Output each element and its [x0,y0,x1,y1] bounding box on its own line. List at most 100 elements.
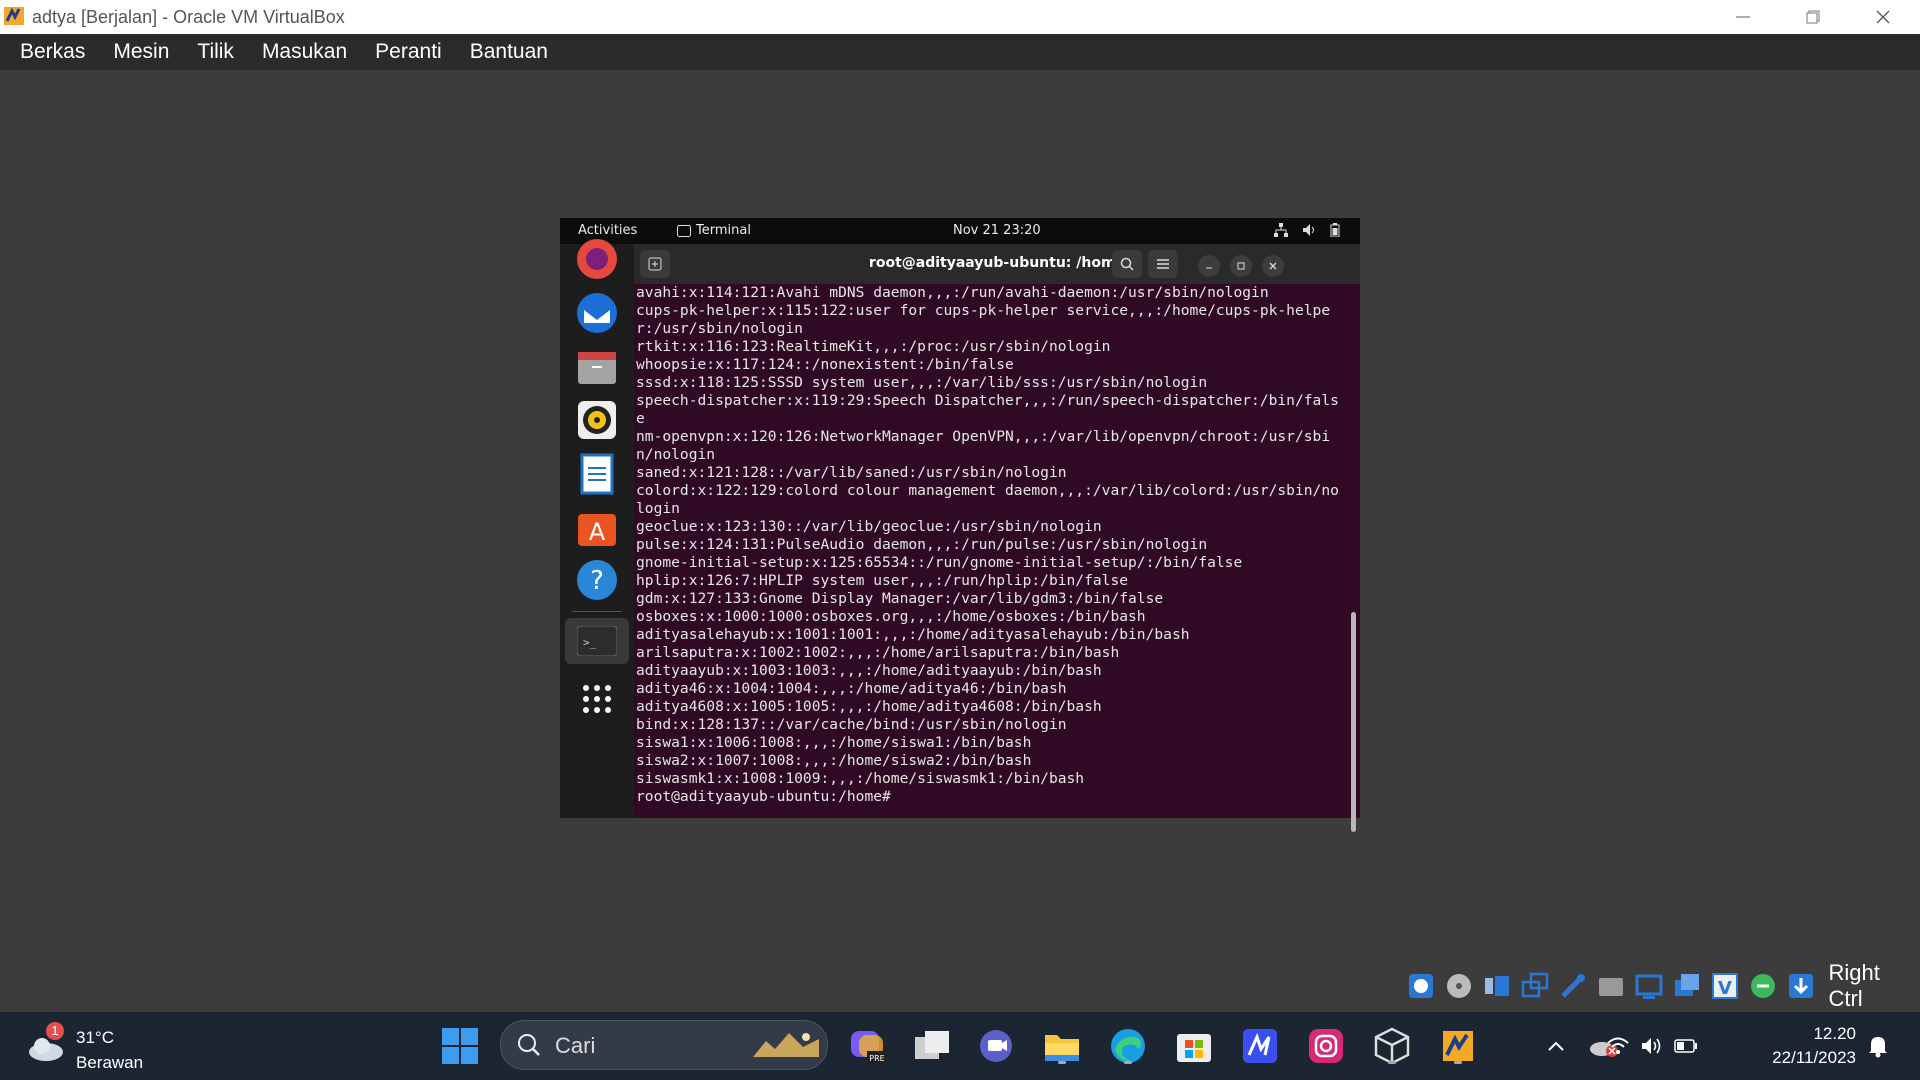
file-explorer-button[interactable] [1040,1024,1084,1068]
terminal-menu-button[interactable] [1148,250,1178,278]
terminal-search-button[interactable] [1112,250,1142,278]
battery-icon [1674,1039,1697,1053]
terminal-line: adityaayub:x:1003:1003:,,,:/home/adityaa… [636,662,1102,679]
terminal-line: hplip:x:126:7:HPLIP system user,,,:/run/… [636,572,1129,589]
weather-widget[interactable]: 1 31°C Berawan [26,1022,156,1072]
svg-text:V: V [1718,978,1732,999]
terminal-scrollbar[interactable] [1351,612,1356,832]
close-icon [1876,10,1890,24]
vt-x-icon[interactable]: V [1709,970,1741,1002]
blue-m-app-icon [1243,1029,1277,1063]
app-menu-terminal[interactable]: Terminal [677,223,751,238]
terminal-line: gnome-initial-setup:x:125:65534::/run/gn… [636,554,1243,571]
show-hidden-icons-button[interactable] [1534,1024,1578,1068]
terminal-maximize-button[interactable] [1230,255,1252,277]
menu-mesin[interactable]: Mesin [113,40,169,64]
terminal-line: whoopsie:x:117:124::/nonexistent:/bin/fa… [636,356,1014,373]
gnome-system-tray[interactable] [1274,223,1340,237]
menu-tilik[interactable]: Tilik [197,40,234,64]
taskbar-clock[interactable]: 12.20 22/11/2023 [1772,1022,1856,1070]
keyboard-capture-icon[interactable] [1785,970,1817,1002]
network-adapter-icon[interactable] [1519,970,1551,1002]
quick-settings-button[interactable] [1607,1024,1697,1068]
terminal-output[interactable]: avahi:x:114:121:Avahi mDNS daemon,,,:/ru… [636,284,1346,806]
minimize-button[interactable] [1708,0,1778,34]
vbox-status-bar: V Right Ctrl [1405,960,1920,1011]
task-view-button[interactable] [910,1024,954,1068]
menu-bantuan[interactable]: Bantuan [470,40,548,64]
terminal-line: gdm:x:127:133:Gnome Display Manager:/var… [636,590,1164,607]
terminal-line: cups-pk-helper:x:115:122:user for cups-p… [636,302,1331,337]
virtualbox-manager-button[interactable] [1370,1024,1414,1068]
terminal-minimize-button[interactable] [1198,255,1220,277]
weather-condition: Berawan [76,1053,144,1072]
taskbar-search-box[interactable]: Cari [500,1020,828,1070]
usb-icon[interactable] [1557,970,1589,1002]
copilot-button[interactable]: PRE [846,1024,890,1068]
notifications-button[interactable] [1856,1024,1900,1068]
files-icon[interactable] [574,344,620,390]
thunderbird-icon[interactable] [574,290,620,336]
audio-icon[interactable] [1481,970,1513,1002]
restore-icon [1806,10,1820,24]
close-icon [1269,262,1277,270]
mouse-integration-icon[interactable] [1747,970,1779,1002]
battery-icon [1330,223,1340,237]
start-button[interactable] [438,1024,482,1068]
gnome-clock[interactable]: Nov 21 23:20 [953,223,1041,238]
teams-chat-icon [980,1030,1012,1062]
store-button[interactable] [1172,1024,1216,1068]
help-icon[interactable]: ? [574,557,620,603]
app-m-button[interactable] [1238,1024,1282,1068]
terminal-window[interactable]: root@adityaayub-ubuntu: /home avahi:x:11… [634,244,1360,832]
search-highlight-icon [753,1033,819,1057]
search-icon [1120,257,1134,271]
terminal-line: rtkit:x:116:123:RealtimeKit,,,:/proc:/us… [636,338,1111,355]
gnome-top-bar: Activities Terminal Nov 21 23:20 [560,218,1360,244]
edge-icon [1111,1029,1145,1063]
copilot-icon: PRE [851,1031,887,1063]
libreoffice-writer-icon[interactable] [574,451,620,497]
menu-berkas[interactable]: Berkas [20,40,85,64]
app-center-icon[interactable]: A [574,504,620,550]
svg-text:>_: >_ [583,636,597,649]
volume-icon [1303,224,1314,236]
optical-drive-icon[interactable] [1443,970,1475,1002]
terminal-line: siswa2:x:1007:1008:,,,:/home/siswa2:/bin… [636,752,1032,769]
show-apps-icon[interactable] [574,676,620,722]
host-key-label: Right Ctrl [1828,960,1880,1011]
restore-button[interactable] [1778,0,1848,34]
terminal-line: speech-dispatcher:x:119:29:Speech Dispat… [636,392,1339,427]
menu-peranti[interactable]: Peranti [375,40,442,64]
microsoft-store-icon [1177,1034,1211,1062]
shared-folders-icon[interactable] [1595,970,1627,1002]
rhythmbox-icon[interactable] [574,397,620,443]
terminal-small-icon [677,224,691,237]
terminal-line: colord:x:122:129:colord colour managemen… [636,482,1339,517]
menu-masukan[interactable]: Masukan [262,40,347,64]
task-view-icon [915,1031,949,1059]
terminal-line: saned:x:121:128::/var/lib/saned:/usr/sbi… [636,464,1067,481]
teams-chat-button[interactable] [974,1024,1018,1068]
dock-terminal-active[interactable]: >_ [565,618,629,664]
terminal-line: pulse:x:124:131:PulseAudio daemon,,,:/ru… [636,536,1208,553]
virtualbox-vm-button[interactable] [1436,1024,1480,1068]
window-title: adtya [Berjalan] - Oracle VM VirtualBox [32,7,345,27]
terminal-close-button[interactable] [1262,255,1284,277]
svg-text:PRE: PRE [869,1054,884,1063]
maximize-icon [1237,262,1245,270]
display-icon[interactable] [1633,970,1665,1002]
edge-button[interactable] [1106,1024,1150,1068]
hamburger-icon [1157,259,1169,269]
window-titlebar: adtya [Berjalan] - Oracle VM VirtualBox [0,0,1920,34]
terminal-line: aditya46:x:1004:1004:,,,:/home/aditya46:… [636,680,1067,697]
vm-screen[interactable]: Activities Terminal Nov 21 23:20 A ? >_ [560,218,1360,832]
instagram-button[interactable] [1304,1024,1348,1068]
video-capture-icon[interactable] [1671,970,1703,1002]
hard-disk-icon[interactable] [1405,970,1437,1002]
firefox-icon[interactable] [574,236,620,282]
chevron-up-icon [1548,1041,1564,1051]
speaker-icon [1642,1038,1661,1054]
menu-bar: Berkas Mesin Tilik Masukan Peranti Bantu… [0,34,1920,70]
close-button[interactable] [1848,0,1918,34]
